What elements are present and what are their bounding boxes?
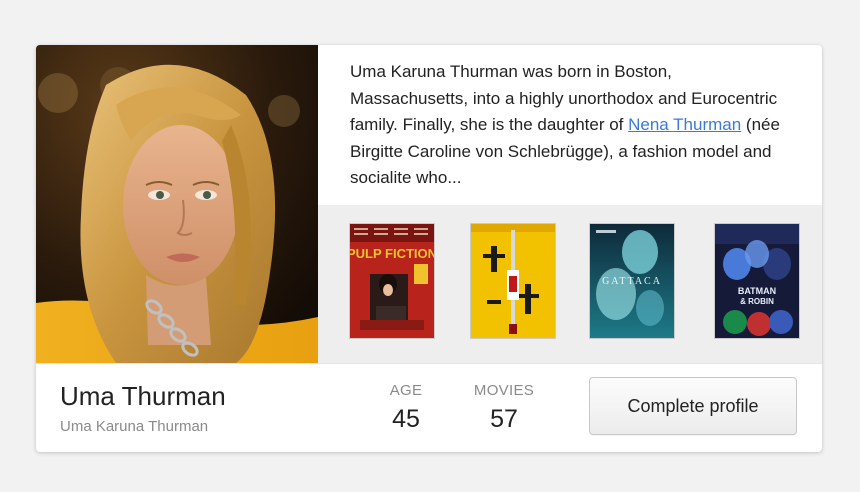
- movie-poster-pulp-fiction[interactable]: PULP FICTION: [350, 224, 434, 338]
- age-label: AGE: [389, 382, 423, 399]
- poster-title-gattaca: GATTACA: [602, 276, 662, 287]
- actor-full-name: Uma Karuna Thurman: [60, 418, 209, 435]
- actor-bio: Uma Karuna Thurman was born in Boston, M…: [350, 59, 790, 192]
- movies-strip: PULP FICTION GATTACA BATMAN & ROBIN: [318, 205, 822, 363]
- complete-profile-button[interactable]: Complete profile: [589, 377, 797, 435]
- movies-value: 57: [490, 405, 518, 433]
- actor-photo: [36, 45, 318, 363]
- poster-title-batman: BATMAN: [738, 286, 776, 296]
- actor-name: Uma Thurman: [60, 381, 226, 411]
- mother-link[interactable]: Nena Thurman: [628, 115, 741, 134]
- poster-title-pulp-fiction: PULP FICTION: [350, 246, 434, 261]
- movie-poster-batman-and-robin[interactable]: BATMAN & ROBIN: [715, 224, 799, 338]
- movie-poster-kill-bill[interactable]: [471, 224, 555, 338]
- movie-poster-gattaca[interactable]: GATTACA: [590, 224, 674, 338]
- age-value: 45: [392, 405, 420, 433]
- poster-title-robin: & ROBIN: [740, 297, 774, 306]
- actor-profile-card: Uma Karuna Thurman was born in Boston, M…: [36, 45, 822, 452]
- profile-summary-bar: Uma Thurman Uma Karuna Thurman AGE 45 MO…: [36, 363, 822, 452]
- movies-label: MOVIES: [473, 382, 535, 399]
